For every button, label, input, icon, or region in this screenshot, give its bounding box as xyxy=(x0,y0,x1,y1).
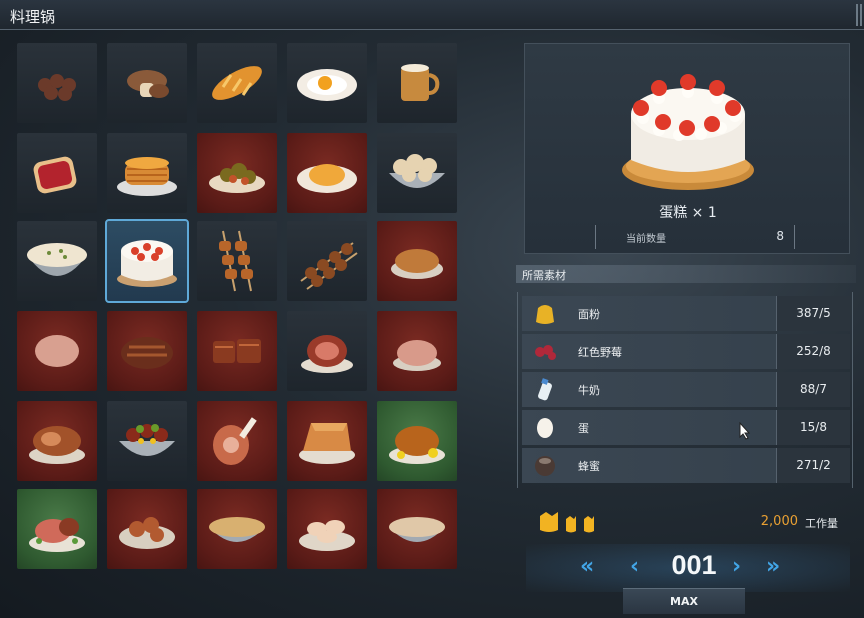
item-detail-panel: 蛋糕 × 1 当前数量 8 xyxy=(524,43,850,254)
decrease-fast-button[interactable]: « xyxy=(580,554,594,579)
material-name: 红色野莓 xyxy=(578,346,622,359)
material-row: 面粉 387/5 xyxy=(522,296,850,331)
material-row: 红色野莓 252/8 xyxy=(522,334,850,369)
title-bar: 料理锅 xyxy=(0,0,864,30)
material-row: 牛奶 88/7 xyxy=(522,372,850,407)
recipe-cell-skewers[interactable] xyxy=(197,221,277,301)
material-qty: 15/8 xyxy=(776,410,850,445)
flour-bag-icon xyxy=(532,300,558,326)
recipe-cell-roast-plate[interactable] xyxy=(17,401,97,481)
red-berries-icon xyxy=(532,338,558,364)
recipe-cell-roast-chicken[interactable] xyxy=(377,401,457,481)
recipe-cell-veggie-bowl[interactable] xyxy=(107,401,187,481)
recipe-cell-steak-plate[interactable] xyxy=(17,489,97,569)
material-qty: 387/5 xyxy=(776,296,850,331)
workload-amount: 2,000 xyxy=(760,514,798,529)
materials-header-label: 所需素材 xyxy=(522,269,566,282)
recipe-cell-cake[interactable] xyxy=(105,219,189,303)
recipe-cell-dumpling-plate[interactable] xyxy=(287,489,367,569)
recipe-cell-fried-dish[interactable] xyxy=(107,489,187,569)
milk-bottle-icon xyxy=(532,376,558,402)
title-edge-mark xyxy=(860,4,862,26)
current-count-bar: 当前数量 8 xyxy=(595,225,795,249)
item-name: 蛋糕 × 1 xyxy=(659,205,717,221)
recipe-cell-meat-cut[interactable] xyxy=(377,311,457,391)
recipe-cell-salad[interactable] xyxy=(197,133,277,213)
window-title: 料理锅 xyxy=(10,8,56,26)
recipe-cell-berries[interactable] xyxy=(17,43,97,123)
material-row: 蜂蜜 271/2 xyxy=(522,448,850,483)
workload-row: 2,000 工作量 xyxy=(538,510,838,534)
material-name: 面粉 xyxy=(578,308,600,321)
quantity-stepper: « ‹ 001 › » xyxy=(526,544,850,592)
decrease-button[interactable]: ‹ xyxy=(630,554,639,579)
material-qty: 271/2 xyxy=(776,448,850,483)
recipe-cell-drumstick[interactable] xyxy=(197,401,277,481)
cake-preview-icon xyxy=(613,52,763,197)
recipe-cell-ham-plate[interactable] xyxy=(287,311,367,391)
recipe-cell-roast-meat[interactable] xyxy=(377,221,457,301)
recipe-cell-omelette[interactable] xyxy=(287,133,367,213)
recipe-cell-noodle-bowl[interactable] xyxy=(197,489,277,569)
increase-fast-button[interactable]: » xyxy=(766,554,780,579)
recipe-cell-sliced-meat[interactable] xyxy=(197,311,277,391)
recipe-cell-bread[interactable] xyxy=(197,43,277,123)
materials-header: 所需素材 xyxy=(516,265,856,283)
recipe-grid xyxy=(17,43,457,573)
material-qty: 252/8 xyxy=(776,334,850,369)
material-name: 牛奶 xyxy=(578,384,600,397)
recipe-cell-mushroom[interactable] xyxy=(107,43,187,123)
material-name: 蛋 xyxy=(578,422,589,435)
recipe-cell-stew-bowl[interactable] xyxy=(377,489,457,569)
honey-jar-icon xyxy=(532,452,558,478)
mouse-cursor-icon xyxy=(739,421,751,440)
workload-unit: 工作量 xyxy=(805,517,838,530)
quantity-value[interactable]: 001 xyxy=(654,550,734,581)
recipe-cell-milk-mug[interactable] xyxy=(377,43,457,123)
material-qty: 88/7 xyxy=(776,372,850,407)
recipe-cell-roast-loaf[interactable] xyxy=(107,311,187,391)
recipe-cell-pie[interactable] xyxy=(287,401,367,481)
recipe-cell-pancakes[interactable] xyxy=(107,133,187,213)
recipe-cell-meat-skewers[interactable] xyxy=(287,221,367,301)
recipe-cell-fried-egg[interactable] xyxy=(287,43,367,123)
material-row: 蛋 15/8 xyxy=(522,410,850,445)
recipe-cell-meat-chunk[interactable] xyxy=(17,311,97,391)
recipe-cell-cream-soup[interactable] xyxy=(17,221,97,301)
current-count-label: 当前数量 xyxy=(626,234,666,245)
recipe-cell-mushroom-bowl[interactable] xyxy=(377,133,457,213)
current-count-value: 8 xyxy=(776,229,784,243)
title-edge-mark xyxy=(856,4,858,26)
recipe-cell-jam-toast[interactable] xyxy=(17,133,97,213)
increase-button[interactable]: › xyxy=(732,554,741,579)
egg-icon xyxy=(532,414,558,440)
material-name: 蜂蜜 xyxy=(578,460,600,473)
materials-list: 面粉 387/5 红色野莓 252/8 牛奶 88/7 蛋 15/8 蜂蜜 271/2 xyxy=(517,292,853,488)
max-button[interactable]: MAX xyxy=(623,588,745,614)
workload-coins-icon xyxy=(538,510,602,534)
